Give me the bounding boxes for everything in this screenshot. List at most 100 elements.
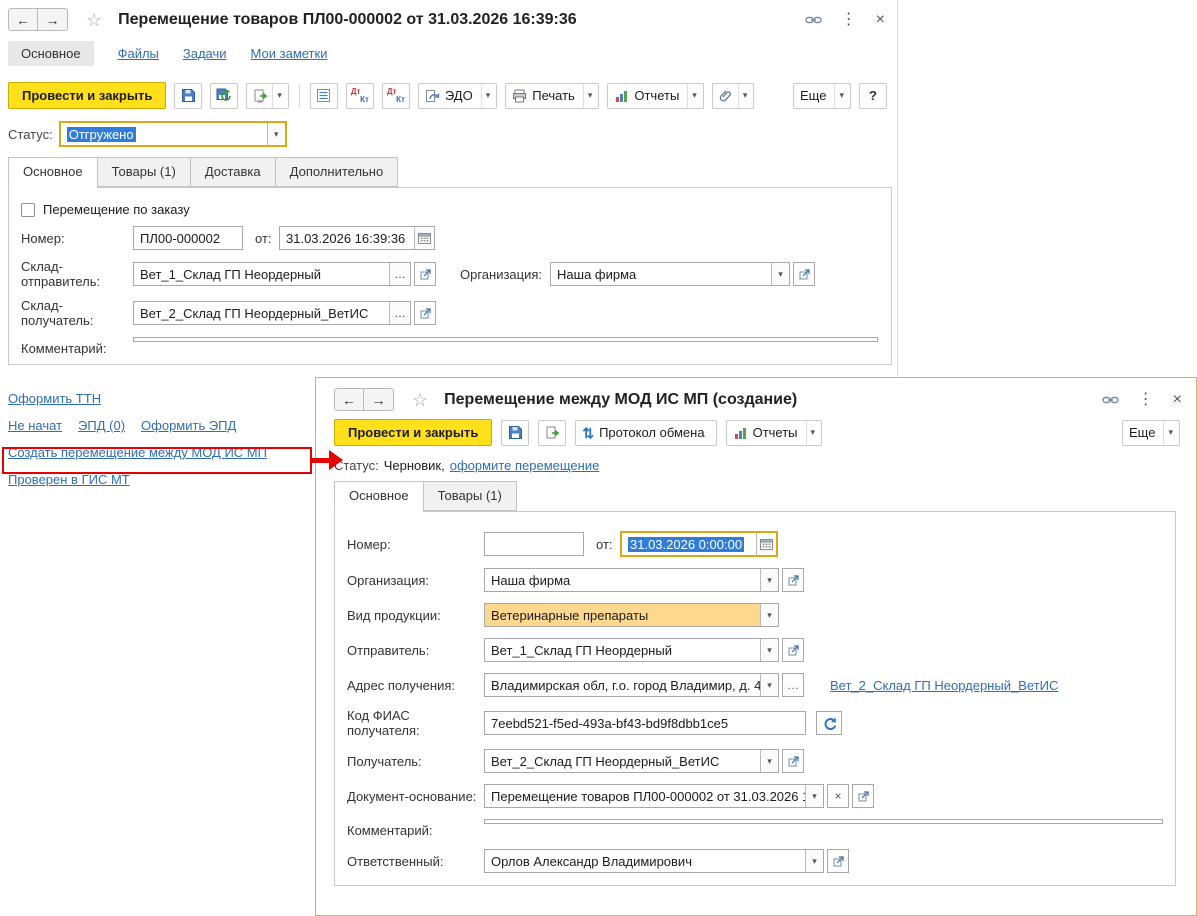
basis-dropdown-button[interactable]: ▾ [805, 785, 823, 807]
back-button[interactable]: ← [8, 8, 38, 31]
kebab-menu-icon[interactable]: ⋮ [841, 11, 857, 28]
reports-dropdown[interactable]: ▾ [805, 420, 820, 445]
status-action-link[interactable]: оформите перемещение [450, 458, 600, 473]
save-button[interactable] [174, 82, 203, 109]
date-field[interactable]: 31.03.2026 0:00:00 [620, 531, 778, 557]
post-and-close-button[interactable]: Провести и закрыть [334, 419, 493, 446]
warehouse-to-choose-button[interactable]: … [389, 302, 410, 324]
receiver-field[interactable]: Вет_2_Склад ГП Неордерный_ВетИС ▾ [484, 749, 779, 773]
more-dropdown[interactable]: ▾ [1163, 420, 1177, 445]
nav-tab-main[interactable]: Основное [8, 41, 94, 66]
link-epd-status[interactable]: Не начат [8, 418, 62, 433]
print-button[interactable]: Печать ▾ [505, 82, 600, 109]
basis-open-button[interactable] [852, 784, 874, 808]
warehouse-to-open-button[interactable] [414, 301, 436, 325]
close-icon[interactable]: × [876, 11, 885, 28]
organization-field[interactable]: Наша фирма ▾ [484, 568, 779, 592]
basis-field[interactable]: Перемещение товаров ПЛ00-000002 от 31.03… [484, 784, 824, 808]
receiver-open-button[interactable] [782, 749, 804, 773]
warehouse-to-field[interactable]: Вет_2_Склад ГП Неордерный_ВетИС … [133, 301, 411, 325]
fias-update-button[interactable] [816, 711, 842, 735]
edo-dropdown[interactable]: ▾ [480, 83, 495, 108]
receiver-dropdown-button[interactable]: ▾ [760, 750, 778, 772]
status-field[interactable]: Отгружено ▾ [58, 121, 287, 147]
create-based-on-dropdown[interactable]: ▾ [272, 83, 286, 108]
kebab-menu-icon[interactable]: ⋮ [1138, 391, 1154, 408]
sender-field[interactable]: Вет_1_Склад ГП Неордерный ▾ [484, 638, 779, 662]
reports-button[interactable]: Отчеты ▾ [607, 82, 704, 109]
address-field[interactable]: Владимирская обл, г.о. город Владимир, д… [484, 673, 779, 697]
forward-button[interactable]: → [38, 8, 68, 31]
address-choose-button[interactable]: … [782, 673, 804, 697]
close-icon[interactable]: × [1173, 391, 1182, 408]
link-make-epd[interactable]: Оформить ЭПД [141, 418, 236, 433]
address-warehouse-link[interactable]: Вет_2_Склад ГП Неордерный_ВетИС [830, 678, 1058, 693]
link-make-ttn[interactable]: Оформить ТТН [8, 391, 101, 406]
comment-field[interactable] [484, 819, 1163, 824]
product-type-dropdown-button[interactable]: ▾ [760, 604, 778, 626]
back-button[interactable]: ← [334, 388, 364, 411]
exchange-protocol-button[interactable]: ⇅ Протокол обмена [575, 419, 717, 446]
date-field[interactable]: 31.03.2026 16:39:36 [279, 226, 435, 250]
favorite-star-icon[interactable]: ☆ [86, 11, 102, 29]
product-type-field[interactable]: Ветеринарные препараты ▾ [484, 603, 779, 627]
status-dropdown-button[interactable]: ▾ [266, 123, 285, 145]
print-dropdown[interactable]: ▾ [582, 83, 597, 108]
movements-dt-kt-button[interactable]: Дт Кт [381, 82, 410, 109]
warehouse-from-open-button[interactable] [414, 262, 436, 286]
attached-files-dropdown[interactable]: ▾ [737, 83, 752, 108]
organization-dropdown-button[interactable]: ▾ [771, 263, 790, 285]
address-dropdown-button[interactable]: ▾ [760, 674, 778, 696]
link-gis-mt[interactable]: Проверен в ГИС МТ [8, 472, 130, 487]
sender-open-button[interactable] [782, 638, 804, 662]
get-link-icon[interactable] [804, 15, 822, 25]
nav-tab-notes[interactable]: Мои заметки [251, 46, 328, 61]
forward-button[interactable]: → [364, 388, 394, 411]
warehouse-from-field[interactable]: Вет_1_Склад ГП Неордерный … [133, 262, 411, 286]
comment-field[interactable] [133, 337, 878, 342]
nav-tab-tasks[interactable]: Задачи [183, 46, 227, 61]
more-button[interactable]: Еще ▾ [1122, 419, 1180, 446]
warehouse-from-choose-button[interactable]: … [389, 263, 410, 285]
post-button[interactable] [538, 419, 567, 446]
post-and-close-button[interactable]: Провести и закрыть [8, 82, 167, 109]
organization-field[interactable]: Наша фирма ▾ [550, 262, 791, 286]
responsible-open-button[interactable] [827, 849, 849, 873]
calendar-button[interactable] [414, 227, 434, 249]
save-and-post-button[interactable] [210, 82, 239, 109]
link-epd[interactable]: ЭПД (0) [78, 418, 125, 433]
tab-goods[interactable]: Товары (1) [422, 481, 517, 511]
tab-delivery[interactable]: Доставка [189, 157, 275, 187]
save-button[interactable] [501, 419, 530, 446]
organization-open-button[interactable] [793, 262, 816, 286]
register-records-button[interactable] [309, 82, 338, 109]
tab-additional[interactable]: Дополнительно [274, 157, 399, 187]
basis-clear-button[interactable]: × [827, 784, 849, 808]
tab-goods[interactable]: Товары (1) [96, 157, 190, 187]
number-field[interactable]: ПЛ00-000002 [133, 226, 243, 250]
help-button[interactable]: ? [859, 82, 887, 109]
movements-dr-cr-button[interactable]: Дт Кт [345, 82, 374, 109]
order-checkbox[interactable] [21, 202, 35, 217]
more-dropdown[interactable]: ▾ [834, 83, 848, 108]
nav-tab-files[interactable]: Файлы [118, 46, 159, 61]
warehouse-from-row: Склад-отправитель: Вет_1_Склад ГП Неорде… [21, 259, 879, 289]
tab-main[interactable]: Основное [8, 157, 97, 188]
sender-dropdown-button[interactable]: ▾ [760, 639, 778, 661]
favorite-star-icon[interactable]: ☆ [412, 391, 428, 409]
get-link-icon[interactable] [1101, 395, 1119, 405]
calendar-button[interactable] [756, 533, 776, 555]
tab-main[interactable]: Основное [334, 481, 423, 512]
reports-dropdown[interactable]: ▾ [687, 83, 701, 108]
organization-open-button[interactable] [782, 568, 804, 592]
responsible-field[interactable]: Орлов Александр Владимирович ▾ [484, 849, 824, 873]
number-field[interactable] [484, 532, 584, 556]
edo-button[interactable]: ЭДО ▾ [417, 82, 498, 109]
attached-files-button[interactable]: ▾ [711, 82, 755, 109]
fias-field[interactable]: 7eebd521-f5ed-493a-bf43-bd9f8dbb1ce5 [484, 711, 806, 735]
reports-button[interactable]: Отчеты ▾ [725, 419, 823, 446]
responsible-dropdown-button[interactable]: ▾ [805, 850, 823, 872]
create-based-on-button[interactable]: ▾ [246, 82, 289, 109]
more-button[interactable]: Еще ▾ [793, 82, 851, 109]
organization-dropdown-button[interactable]: ▾ [760, 569, 778, 591]
